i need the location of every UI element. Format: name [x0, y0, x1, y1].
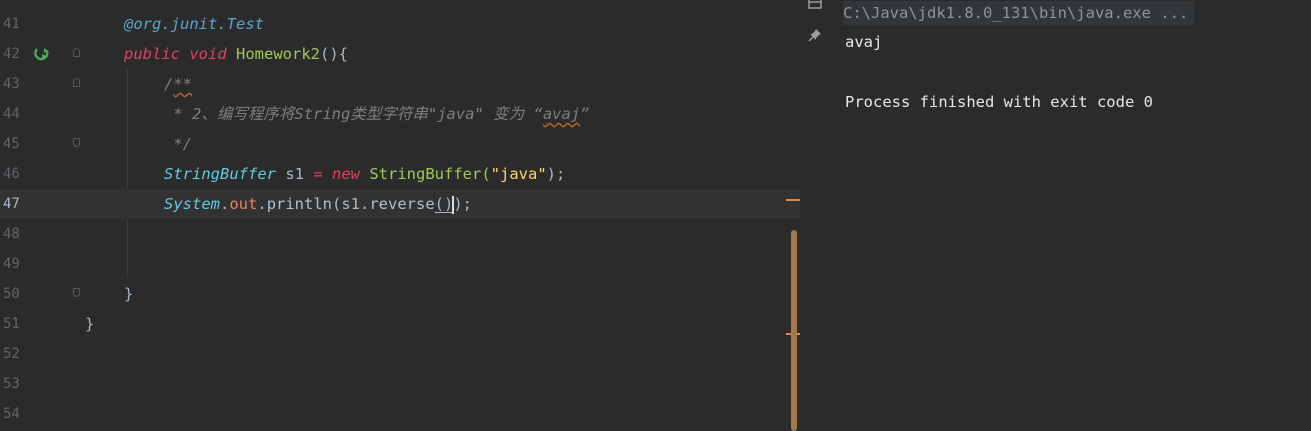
code-text: */: [164, 135, 192, 153]
code-text: public void Homework2(){: [124, 45, 349, 63]
code-line[interactable]: 50 }: [0, 279, 800, 309]
code-text: }: [124, 285, 134, 303]
code-text: }: [85, 315, 95, 333]
line-number: 41: [3, 16, 20, 32]
editor-scrollbar[interactable]: [791, 230, 797, 431]
warning-marker[interactable]: [786, 199, 800, 201]
code-line[interactable]: 53: [0, 369, 800, 399]
console-exit-message: Process finished with exit code 0: [845, 93, 1153, 111]
line-number: 54: [3, 406, 20, 422]
run-toolbar: [800, 0, 830, 431]
line-number: 45: [3, 136, 20, 152]
line-number: 51: [3, 316, 20, 332]
code-line[interactable]: 54: [0, 399, 800, 429]
code-text: * 2、编写程序将String类型字符串"java" 变为 “avaj”: [164, 105, 590, 123]
fold-marker-icon[interactable]: [73, 78, 80, 87]
code-editor[interactable]: 41 @org.junit.Test 42 public void Homewo…: [0, 0, 800, 431]
run-test-icon[interactable]: [34, 46, 52, 62]
console-output: avaj: [845, 33, 883, 51]
line-number: 42: [3, 46, 20, 62]
line-number: 44: [3, 106, 20, 122]
console-command[interactable]: C:\Java\jdk1.8.0_131\bin\java.exe ...: [843, 1, 1195, 25]
line-number: 52: [3, 346, 20, 362]
code-line[interactable]: 42 public void Homework2(){: [0, 39, 800, 69]
line-number: 43: [3, 76, 20, 92]
line-number: 46: [3, 166, 20, 182]
code-line-current[interactable]: 47 System.out.println(s1.reverse());: [0, 189, 800, 219]
line-number: 48: [3, 226, 20, 242]
line-number: 49: [3, 256, 20, 272]
code-line[interactable]: 41 @org.junit.Test: [0, 9, 800, 39]
pin-icon[interactable]: [808, 28, 822, 42]
fold-marker-icon[interactable]: [73, 48, 80, 57]
fold-marker-icon[interactable]: [73, 288, 80, 297]
code-line[interactable]: 43 /**: [0, 69, 800, 99]
code-text: System.out.println(s1.reverse());: [164, 195, 473, 214]
layout-icon[interactable]: [808, 0, 822, 10]
code-text: StringBuffer s1 = new StringBuffer("java…: [164, 165, 566, 183]
code-text: /**: [164, 75, 193, 93]
line-number: 47: [3, 196, 20, 212]
code-line[interactable]: 46 StringBuffer s1 = new StringBuffer("j…: [0, 159, 800, 189]
run-console[interactable]: C:\Java\jdk1.8.0_131\bin\java.exe ... av…: [830, 0, 1311, 431]
code-line[interactable]: 52: [0, 339, 800, 369]
code-line[interactable]: 44 * 2、编写程序将String类型字符串"java" 变为 “avaj”: [0, 99, 800, 129]
fold-marker-icon[interactable]: [73, 138, 80, 147]
line-number: 50: [3, 286, 20, 302]
code-line[interactable]: 51 }: [0, 309, 800, 339]
code-text: @org.junit.Test: [124, 15, 264, 33]
code-line[interactable]: 49: [0, 249, 800, 279]
line-number: 53: [3, 376, 20, 392]
code-line[interactable]: 45 */: [0, 129, 800, 159]
code-line[interactable]: 48: [0, 219, 800, 249]
